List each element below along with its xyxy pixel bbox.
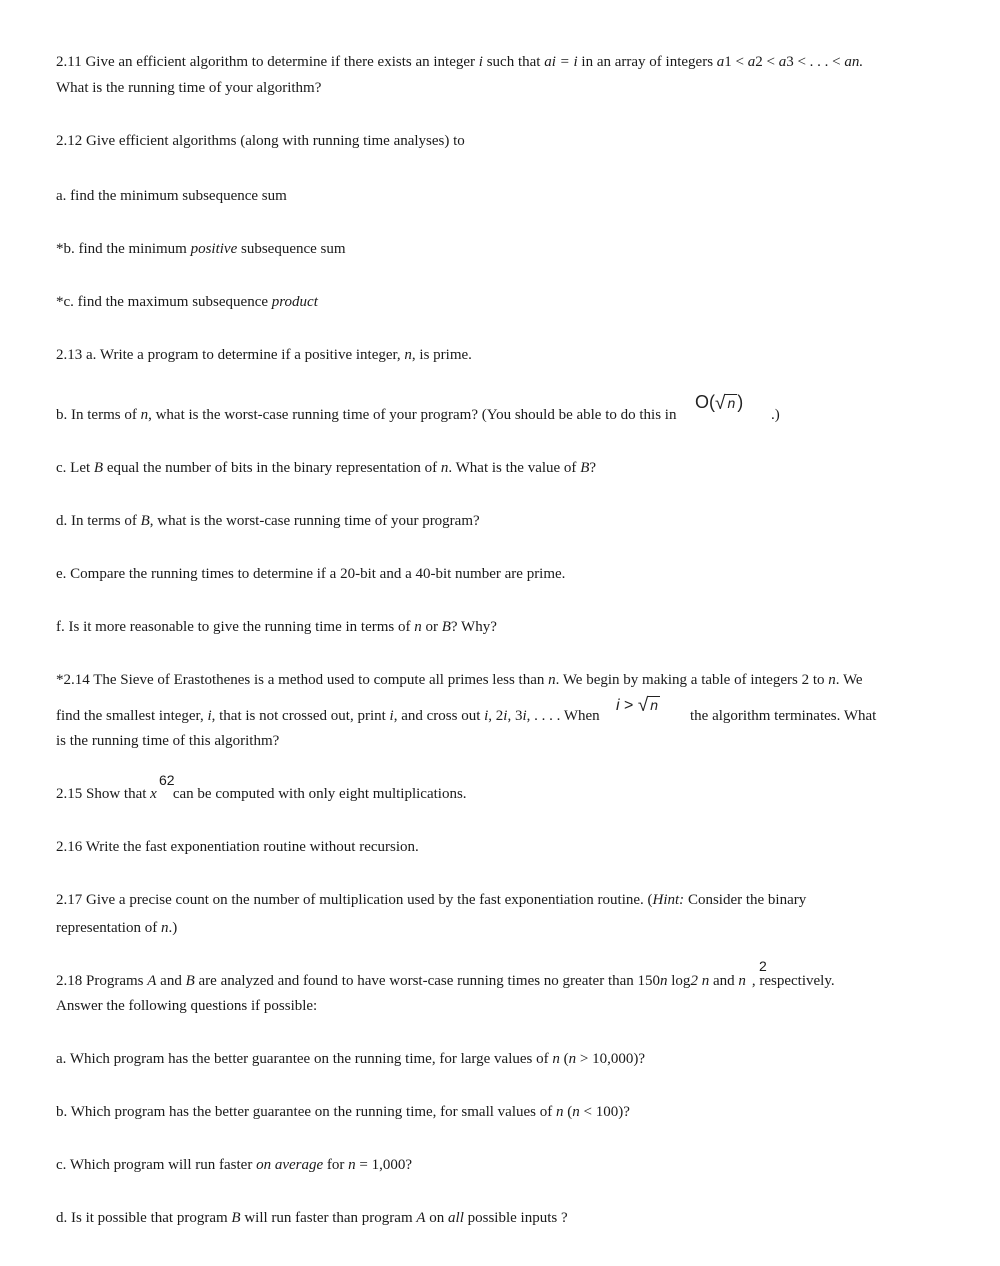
problem-2-18-line-1: 2.18 Programs A and B are analyzed and f… — [56, 973, 835, 989]
problem-2-11-line-1: 2.11 Give an efficient algorithm to dete… — [56, 54, 864, 70]
document-page: 2.11 Give an efficient algorithm to dete… — [0, 0, 1000, 1266]
problem-2-14-line-2-end: the algorithm terminates. What — [690, 708, 877, 724]
problem-2-12-a: a. find the minimum subsequence sum — [56, 188, 287, 204]
problem-2-12-heading: 2.12 Give efficient algorithms (along wi… — [56, 133, 465, 149]
problem-2-13-b: b. In terms of n, what is the worst-case… — [56, 407, 677, 423]
problem-2-18-line-2: Answer the following questions if possib… — [56, 998, 318, 1014]
problem-2-14-line-2: find the smallest integer, i, that is no… — [56, 708, 600, 724]
problem-2-12-c: *c. find the maximum subsequence product — [56, 294, 318, 310]
problem-2-13-f: f. Is it more reasonable to give the run… — [56, 619, 497, 635]
problem-2-13-b-end: .) — [771, 407, 780, 423]
big-o-sqrt-n-formula: O(√ n) — [695, 392, 744, 414]
problem-2-13-c: c. Let B equal the number of bits in the… — [56, 460, 597, 476]
problem-2-16: 2.16 Write the fast exponentiation routi… — [56, 839, 419, 855]
problem-2-15: 2.15 Show that x can be computed with onl… — [56, 786, 467, 802]
problem-2-12-b: *b. find the minimum positive subsequenc… — [56, 241, 346, 257]
problem-2-11-line-2: What is the running time of your algorit… — [56, 80, 322, 96]
problem-2-17-line-2: representation of n.) — [56, 920, 178, 936]
problem-2-13-a: 2.13 a. Write a program to determine if … — [56, 347, 472, 363]
problem-2-13-e: e. Compare the running times to determin… — [56, 566, 566, 582]
problem-2-18-c: c. Which program will run faster on aver… — [56, 1157, 413, 1173]
problem-2-13-d: d. In terms of B, what is the worst-case… — [56, 513, 480, 529]
problem-2-14-line-1: *2.14 The Sieve of Erastothenes is a met… — [56, 672, 863, 688]
problem-2-17-line-1: 2.17 Give a precise count on the number … — [56, 892, 807, 908]
problem-2-14-line-3: is the running time of this algorithm? — [56, 733, 280, 749]
problem-2-18-a: a. Which program has the better guarante… — [56, 1051, 645, 1067]
problem-2-18-b: b. Which program has the better guarante… — [56, 1104, 630, 1120]
i-greater-than-sqrt-n-formula: i > √ n — [616, 695, 661, 716]
problem-2-18-d: d. Is it possible that program B will ru… — [56, 1210, 568, 1226]
